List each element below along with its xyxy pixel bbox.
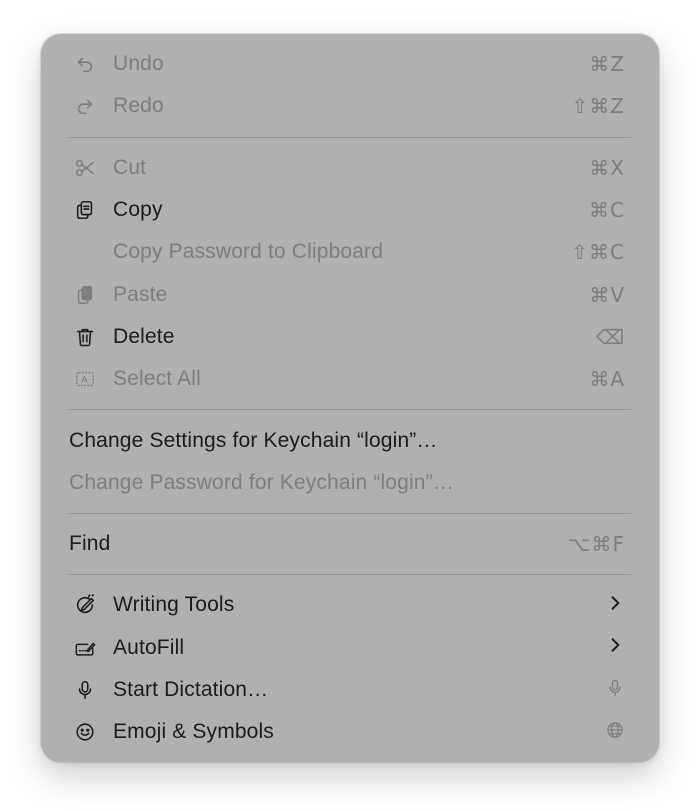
- keyboard-shortcut: ⌘C: [589, 198, 625, 223]
- redo-icon: [69, 93, 101, 119]
- menu-item-label: AutoFill: [113, 635, 185, 659]
- menu-item-cut[interactable]: Cut ⌘X: [41, 147, 659, 189]
- copy-icon: [69, 197, 101, 223]
- menu-item-label: Change Settings for Keychain “login”…: [69, 428, 438, 452]
- autofill-icon: [69, 635, 101, 661]
- menu-item-label: Copy: [113, 198, 163, 222]
- paste-icon: [69, 282, 101, 308]
- menu-item-writing-tools[interactable]: Writing Tools: [41, 584, 659, 626]
- globe-icon: [605, 720, 625, 745]
- menu-item-label: Redo: [113, 94, 164, 118]
- keyboard-shortcut: ⇧⌘C: [571, 240, 625, 265]
- menu-item-change-keychain-settings[interactable]: Change Settings for Keychain “login”…: [41, 419, 659, 461]
- menu-item-label: Emoji & Symbols: [113, 720, 274, 744]
- keyboard-shortcut: ⌘A: [589, 367, 625, 392]
- menu-item-autofill[interactable]: AutoFill: [41, 627, 659, 669]
- trash-icon: [69, 324, 101, 350]
- select-all-icon: A: [69, 366, 101, 392]
- menu-separator: [69, 574, 631, 576]
- menu-item-delete[interactable]: Delete ⌫: [41, 316, 659, 358]
- menu-item-label: Undo: [113, 52, 164, 76]
- keyboard-shortcut: ⌘V: [589, 282, 625, 307]
- undo-icon: [69, 51, 101, 77]
- menu-item-emoji-symbols[interactable]: Emoji & Symbols: [41, 711, 659, 753]
- writing-tools-icon: [69, 592, 101, 618]
- menu-item-undo[interactable]: Undo ⌘Z: [41, 43, 659, 85]
- microphone-icon: [69, 677, 101, 703]
- menu-item-find[interactable]: Find ⌥⌘F: [41, 523, 659, 565]
- keyboard-shortcut: ⌥⌘F: [567, 532, 625, 557]
- menu-item-start-dictation[interactable]: Start Dictation…: [41, 669, 659, 711]
- chevron-right-icon: [605, 593, 625, 618]
- menu-item-copy[interactable]: Copy ⌘C: [41, 189, 659, 231]
- menu-item-copy-password[interactable]: Copy Password to Clipboard ⇧⌘C: [41, 231, 659, 273]
- keyboard-shortcut: ⌘X: [589, 155, 625, 180]
- chevron-right-icon: [605, 635, 625, 660]
- menu-item-label: Change Password for Keychain “login”…: [69, 470, 454, 494]
- menu-item-label: Cut: [113, 155, 147, 179]
- menu-item-change-keychain-password[interactable]: Change Password for Keychain “login”…: [41, 462, 659, 504]
- menu-item-label: Start Dictation…: [113, 678, 269, 701]
- menu-item-select-all[interactable]: A Select All ⌘A: [41, 358, 659, 400]
- scissors-icon: [69, 155, 101, 181]
- edit-context-menu: Undo ⌘Z Redo ⇧⌘Z Cut ⌘X Copy ⌘C Copy Pas…: [41, 34, 659, 762]
- menu-item-label: Writing Tools: [113, 593, 235, 617]
- menu-item-label: Paste: [113, 282, 168, 306]
- menu-separator: [69, 136, 631, 138]
- menu-separator: [69, 409, 631, 411]
- smiley-icon: [69, 719, 101, 745]
- menu-item-label: Select All: [113, 367, 201, 391]
- menu-item-label: Delete: [113, 324, 175, 348]
- menu-separator: [69, 512, 631, 514]
- microphone-icon: [605, 678, 625, 703]
- svg-text:A: A: [81, 375, 88, 386]
- menu-item-label: Find: [69, 532, 111, 556]
- keyboard-shortcut: ⇧⌘Z: [571, 94, 625, 119]
- delete-key-icon: ⌫: [595, 324, 625, 349]
- menu-item-label: Copy Password to Clipboard: [113, 240, 384, 264]
- keyboard-shortcut: ⌘Z: [589, 52, 625, 77]
- menu-item-paste[interactable]: Paste ⌘V: [41, 273, 659, 315]
- menu-item-redo[interactable]: Redo ⇧⌘Z: [41, 85, 659, 127]
